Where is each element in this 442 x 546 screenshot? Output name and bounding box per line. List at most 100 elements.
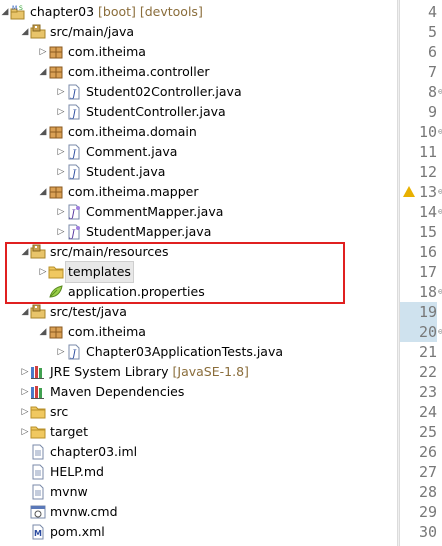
line-number-text: 16 <box>418 243 437 261</box>
collapsed-twisty-icon[interactable]: ▷ <box>56 162 66 182</box>
expanded-twisty-icon[interactable]: ◢ <box>38 62 48 82</box>
collapsed-twisty-icon[interactable]: ▷ <box>20 402 30 422</box>
tree-item-label: Chapter03ApplicationTests.java <box>86 344 284 359</box>
line-number-text: 14 <box>418 203 437 221</box>
collapsed-twisty-icon[interactable]: ▷ <box>56 202 66 222</box>
expanded-twisty-icon[interactable]: ◢ <box>38 182 48 202</box>
line-number-text: 29 <box>418 503 437 521</box>
annotation-highlight-box <box>5 242 345 304</box>
tree-item[interactable]: ▷ Maven Dependencies <box>0 382 397 402</box>
tree-item-label: com.itheima.domain <box>68 124 197 139</box>
collapsed-twisty-icon[interactable]: ▷ <box>20 382 30 402</box>
collapsed-twisty-icon[interactable]: ▷ <box>20 362 30 382</box>
tree-item[interactable]: ◢ M Schapter03 [boot] [devtools] <box>0 2 397 22</box>
tree-item[interactable]: ◢ com.itheima.domain <box>0 122 397 142</box>
line-number: 11 <box>400 142 437 162</box>
line-number-text: 26 <box>418 443 437 461</box>
line-number-text: 19 <box>418 303 437 321</box>
expanded-twisty-icon[interactable]: ◢ <box>20 22 30 42</box>
collapsed-twisty-icon[interactable]: ▷ <box>56 82 66 102</box>
package-icon <box>48 324 64 340</box>
line-number: 5 <box>400 22 437 42</box>
svg-text:M: M <box>34 529 42 538</box>
line-number: 4 <box>400 2 437 22</box>
package-icon <box>48 64 64 80</box>
line-number: 27 <box>400 462 437 482</box>
java-interface-file-icon: J <box>66 204 82 220</box>
java-file-icon: J <box>66 344 82 360</box>
tree-item-label: com.itheima.mapper <box>68 184 199 199</box>
tree-item-label: HELP.md <box>50 464 104 479</box>
line-number: 19 <box>400 302 437 322</box>
collapsed-twisty-icon[interactable]: ▷ <box>56 102 66 122</box>
package-icon <box>48 124 64 140</box>
tree-item[interactable]: ▷ J Student02Controller.java <box>0 82 397 102</box>
tree-item[interactable]: ▷ J StudentMapper.java <box>0 222 397 242</box>
fold-toggle-icon[interactable]: ⊖ <box>438 282 442 302</box>
tree-item[interactable]: mvnw <box>0 482 397 502</box>
line-number-text: 7 <box>427 63 437 81</box>
tree-item-label: Student.java <box>86 164 166 179</box>
tree-item-label: StudentController.java <box>86 104 226 119</box>
line-number: 28 <box>400 482 437 502</box>
expanded-twisty-icon[interactable]: ◢ <box>38 122 48 142</box>
collapsed-twisty-icon[interactable]: ▷ <box>38 42 48 62</box>
tree-item[interactable]: ◢ com.itheima.controller <box>0 62 397 82</box>
line-number: 10 ⊖ <box>400 122 442 142</box>
expanded-twisty-icon[interactable]: ◢ <box>20 302 30 322</box>
line-number: 20 ⊖ <box>400 322 442 342</box>
tree-item[interactable]: ▷ com.itheima <box>0 42 397 62</box>
svg-text:J: J <box>70 349 77 360</box>
line-number-text: 4 <box>427 3 437 21</box>
collapsed-twisty-icon[interactable]: ▷ <box>56 222 66 242</box>
source-folder-icon <box>30 24 46 40</box>
svg-text:J: J <box>70 149 77 160</box>
text-file-icon <box>30 464 46 480</box>
tree-item[interactable]: ◢ src/test/java <box>0 302 397 322</box>
fold-toggle-icon[interactable]: ⊖ <box>438 82 442 102</box>
line-number-text: 5 <box>427 23 437 41</box>
tree-item[interactable]: ▷ J Student.java <box>0 162 397 182</box>
line-number-text: 24 <box>418 403 437 421</box>
warning-icon[interactable] <box>403 186 415 197</box>
fold-toggle-icon[interactable]: ⊖ <box>438 322 442 342</box>
svg-text:J: J <box>69 229 76 240</box>
tree-item[interactable]: ◢ com.itheima <box>0 322 397 342</box>
line-number: 13 ⊖ <box>400 182 442 202</box>
tree-item[interactable]: ▷ J Chapter03ApplicationTests.java <box>0 342 397 362</box>
tree-item[interactable]: ▷ src <box>0 402 397 422</box>
line-number-text: 30 <box>418 523 437 541</box>
tree-item[interactable]: HELP.md <box>0 462 397 482</box>
tree-item-label: src/test/java <box>50 304 127 319</box>
tree-item[interactable]: mvnw.cmd <box>0 502 397 522</box>
line-number-text: 17 <box>418 263 437 281</box>
tree-item[interactable]: ▷ J Comment.java <box>0 142 397 162</box>
expanded-twisty-icon[interactable]: ◢ <box>38 322 48 342</box>
tree-item-label: chapter03 [boot] [devtools] <box>30 4 203 19</box>
line-number-text: 21 <box>418 343 437 361</box>
line-number: 16 <box>400 242 437 262</box>
collapsed-twisty-icon[interactable]: ▷ <box>56 142 66 162</box>
tree-item-label: Student02Controller.java <box>86 84 242 99</box>
tree-item[interactable]: ▷ J CommentMapper.java <box>0 202 397 222</box>
collapsed-twisty-icon[interactable]: ▷ <box>20 422 30 442</box>
tree-item[interactable]: ▷ JRE System Library [JavaSE-1.8] <box>0 362 397 382</box>
source-folder-icon <box>30 304 46 320</box>
tree-item[interactable]: ▷ J StudentController.java <box>0 102 397 122</box>
line-number-text: 22 <box>418 363 437 381</box>
line-number: 7 <box>400 62 437 82</box>
tree-item[interactable]: chapter03.iml <box>0 442 397 462</box>
line-number: 21 <box>400 342 437 362</box>
expanded-twisty-icon[interactable]: ◢ <box>0 2 10 22</box>
folder-icon <box>30 404 46 420</box>
tree-item[interactable]: ◢ src/main/java <box>0 22 397 42</box>
fold-toggle-icon[interactable]: ⊖ <box>438 202 442 222</box>
tree-item[interactable]: Mpom.xml <box>0 522 397 542</box>
tree-item[interactable]: ▷ target <box>0 422 397 442</box>
svg-text:J: J <box>70 169 77 180</box>
tree-item[interactable]: ◢ com.itheima.mapper <box>0 182 397 202</box>
fold-toggle-icon[interactable]: ⊖ <box>438 122 442 142</box>
fold-toggle-icon[interactable]: ⊖ <box>438 182 442 202</box>
tree-item-decoration: [JavaSE-1.8] <box>168 364 249 379</box>
collapsed-twisty-icon[interactable]: ▷ <box>56 342 66 362</box>
